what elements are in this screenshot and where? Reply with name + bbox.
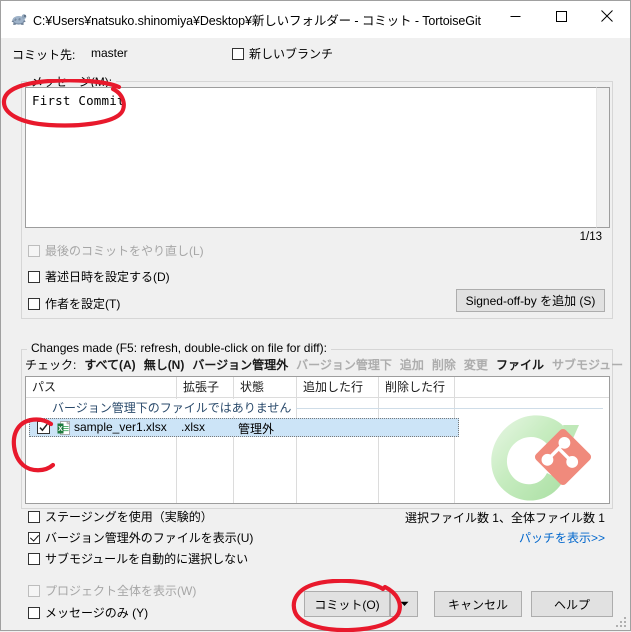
- no-auto-select-submodules-checkbox[interactable]: サブモジュールを自動的に選択しない: [28, 550, 248, 567]
- excel-file-icon: X: [57, 420, 71, 435]
- filter-added: 追加: [399, 358, 424, 372]
- message-scrollbar[interactable]: [596, 87, 610, 228]
- set-author-checkbox[interactable]: 作者を設定(T): [28, 295, 120, 312]
- tortoisegit-logo-watermark: [475, 413, 603, 501]
- help-button[interactable]: ヘルプ: [531, 591, 613, 617]
- chevron-down-icon: [400, 601, 408, 606]
- amend-last-commit-checkbox: 最後のコミットをやり直し(L): [28, 242, 204, 259]
- show-whole-project-label: プロジェクト全体を表示(W): [45, 584, 197, 598]
- filter-submodules: サブモジュー: [551, 358, 624, 372]
- maximize-icon[interactable]: [538, 1, 584, 31]
- message-only-checkbox[interactable]: メッセージのみ (Y): [28, 604, 148, 621]
- set-author-date-checkbox-box: [28, 270, 40, 283]
- use-staging-checkbox[interactable]: ステージングを使用（実験的）: [28, 508, 213, 525]
- file-list[interactable]: パス 拡張子 状態 追加した行 削除した行 バージョン管理下のファイルではありま…: [25, 376, 610, 504]
- file-state-cell: 管理外: [238, 422, 275, 436]
- column-header-lines-added[interactable]: 追加した行: [297, 377, 379, 397]
- file-ext-cell: .xlsx: [181, 420, 205, 434]
- tortoise-icon: [10, 11, 27, 28]
- add-signed-off-by-button[interactable]: Signed-off-by を追加 (S): [456, 289, 605, 312]
- tortoisegit-commit-dialog: C:¥Users¥natsuko.shinomiya¥Desktop¥新しいフォ…: [0, 0, 631, 632]
- table-row[interactable]: X sample_ver1.xlsx .xlsx 管理外: [29, 418, 459, 437]
- filter-unversioned[interactable]: バージョン管理外: [192, 358, 288, 372]
- filter-versioned: バージョン管理下: [296, 358, 392, 372]
- set-author-label: 作者を設定(T): [45, 297, 121, 311]
- column-header-state[interactable]: 状態: [234, 377, 297, 397]
- filter-files[interactable]: ファイル: [496, 358, 544, 372]
- use-staging-checkbox-box: [28, 510, 40, 523]
- new-branch-checkbox-box: [232, 47, 244, 60]
- column-header-path[interactable]: パス: [26, 377, 177, 397]
- filter-none[interactable]: 無し(N): [144, 358, 185, 372]
- changes-group-label: Changes made (F5: refresh, double-click …: [27, 341, 331, 355]
- message-counter: 1/13: [579, 231, 602, 243]
- title-bar: C:¥Users¥natsuko.shinomiya¥Desktop¥新しいフォ…: [1, 1, 630, 38]
- amend-checkbox-box: [28, 244, 40, 257]
- show-unversioned-files-checkbox[interactable]: バージョン管理外のファイルを表示(U): [28, 529, 253, 546]
- show-whole-project-checkbox-box: [28, 584, 40, 597]
- set-author-checkbox-box: [28, 297, 40, 310]
- use-staging-label: ステージングを使用（実験的）: [45, 510, 213, 524]
- file-path-cell: sample_ver1.xlsx: [74, 420, 167, 434]
- cancel-button[interactable]: キャンセル: [434, 591, 522, 617]
- set-author-date-label: 著述日時を設定する(D): [45, 270, 170, 284]
- column-header-filler: [455, 377, 609, 397]
- message-only-checkbox-box: [28, 606, 40, 619]
- amend-label: 最後のコミットをやり直し(L): [45, 244, 204, 258]
- show-unversioned-files-checkbox-box: [28, 531, 40, 544]
- resize-grip[interactable]: [615, 616, 627, 628]
- new-branch-label: 新しいブランチ: [249, 47, 334, 61]
- window-title: C:¥Users¥natsuko.shinomiya¥Desktop¥新しいフォ…: [33, 14, 481, 28]
- commit-message-text: First Commit: [32, 93, 125, 108]
- show-whole-project-checkbox: プロジェクト全体を表示(W): [28, 582, 196, 599]
- file-list-group-header-label: バージョン管理下のファイルではありません: [52, 399, 297, 416]
- new-branch-checkbox[interactable]: 新しいブランチ: [232, 45, 333, 62]
- file-list-group-header: バージョン管理下のファイルではありません: [26, 399, 609, 417]
- file-checkbox[interactable]: [37, 421, 50, 437]
- file-list-header: パス 拡張子 状態 追加した行 削除した行: [26, 377, 609, 398]
- filter-bar: チェック: すべて(A) 無し(N) バージョン管理外 バージョン管理下 追加 削除 変更 ファ…: [25, 356, 623, 373]
- filter-prefix-label: チェック:: [25, 358, 77, 372]
- set-author-date-checkbox[interactable]: 著述日時を設定する(D): [28, 268, 170, 285]
- message-only-label: メッセージのみ (Y): [45, 606, 149, 620]
- column-header-lines-removed[interactable]: 削除した行: [379, 377, 455, 397]
- filter-deleted: 削除: [431, 358, 456, 372]
- no-auto-select-submodules-label: サブモジュールを自動的に選択しない: [45, 552, 249, 566]
- commit-to-label: コミット先:: [12, 48, 76, 62]
- column-header-extension[interactable]: 拡張子: [177, 377, 234, 397]
- svg-text:X: X: [58, 426, 63, 433]
- minimize-icon[interactable]: [492, 1, 538, 31]
- file-count-status: 選択ファイル数 1、全体ファイル数 1: [404, 511, 605, 525]
- no-auto-select-submodules-checkbox-box: [28, 552, 40, 565]
- show-patch-link[interactable]: パッチを表示>>: [519, 529, 605, 546]
- show-unversioned-files-label: バージョン管理外のファイルを表示(U): [45, 531, 254, 545]
- commit-to-branch: master: [91, 46, 128, 60]
- filter-all[interactable]: すべて(A): [84, 358, 135, 372]
- filter-modified: 変更: [463, 358, 488, 372]
- commit-dropdown-button[interactable]: [390, 591, 418, 617]
- commit-button[interactable]: コミット(O): [304, 591, 390, 617]
- commit-message-input[interactable]: First Commit: [25, 87, 596, 228]
- close-icon[interactable]: [584, 1, 630, 31]
